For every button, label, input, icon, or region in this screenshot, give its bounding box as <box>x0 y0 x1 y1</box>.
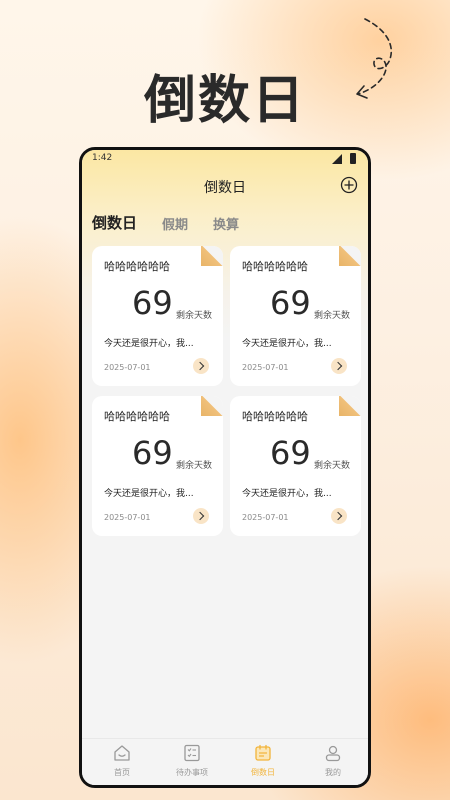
signal-icon <box>332 154 342 164</box>
countdown-card[interactable]: 哈哈哈哈哈哈 69 剩余天数 今天还是很开心，我... 2025-07-01 <box>230 246 361 386</box>
phone-frame: 1:42 倒数日 倒数日 假期 换算 哈哈哈哈哈哈 69 剩余天数 今天还是很开… <box>79 147 371 788</box>
countdown-card[interactable]: 哈哈哈哈哈哈 69 剩余天数 今天还是很开心，我... 2025-07-01 <box>92 396 223 536</box>
nav-label: 首页 <box>114 768 130 777</box>
card-title: 哈哈哈哈哈哈 <box>104 410 170 423</box>
card-date: 2025-07-01 <box>242 363 289 372</box>
card-days-count: 69 <box>270 434 311 472</box>
nav-label: 我的 <box>325 768 341 777</box>
card-days-unit: 剩余天数 <box>176 461 213 471</box>
tab-holidays[interactable]: 假期 <box>162 214 188 233</box>
chevron-right-icon[interactable] <box>331 508 347 524</box>
tab-convert[interactable]: 换算 <box>213 214 239 233</box>
card-days-unit: 剩余天数 <box>176 311 213 321</box>
chevron-right-icon[interactable] <box>193 358 209 374</box>
card-days-unit: 剩余天数 <box>314 311 351 321</box>
nav-item-todo[interactable]: 待办事项 <box>162 743 222 778</box>
card-days-count: 69 <box>132 284 173 322</box>
card-days-count: 69 <box>270 284 311 322</box>
nav-item-profile[interactable]: 我的 <box>303 743 363 778</box>
card-title: 哈哈哈哈哈哈 <box>104 260 170 273</box>
bottom-nav: 首页 待办事项 倒数日 我的 <box>82 738 368 785</box>
nav-label: 倒数日 <box>251 768 275 777</box>
card-title: 哈哈哈哈哈哈 <box>242 260 308 273</box>
nav-item-countdown[interactable]: 倒数日 <box>233 743 293 778</box>
page-title: 倒数日 <box>204 180 246 196</box>
chevron-right-icon[interactable] <box>331 358 347 374</box>
home-icon <box>114 745 130 761</box>
add-icon[interactable] <box>340 176 358 194</box>
card-description: 今天还是很开心，我... <box>242 489 332 499</box>
card-description: 今天还是很开心，我... <box>104 339 194 349</box>
card-corner-fold <box>339 396 361 416</box>
card-date: 2025-07-01 <box>242 513 289 522</box>
card-corner-fold <box>201 246 223 266</box>
nav-label: 待办事项 <box>176 768 208 777</box>
todo-list-icon <box>184 744 200 762</box>
status-bar: 1:42 <box>82 150 368 168</box>
calendar-icon <box>255 744 271 761</box>
nav-item-home[interactable]: 首页 <box>92 743 152 778</box>
user-icon <box>325 745 341 762</box>
status-time: 1:42 <box>92 153 113 163</box>
card-corner-fold <box>339 246 361 266</box>
card-days-count: 69 <box>132 434 173 472</box>
card-date: 2025-07-01 <box>104 363 151 372</box>
title-bar: 倒数日 <box>82 174 368 198</box>
countdown-card[interactable]: 哈哈哈哈哈哈 69 剩余天数 今天还是很开心，我... 2025-07-01 <box>230 396 361 536</box>
chevron-right-icon[interactable] <box>193 508 209 524</box>
card-description: 今天还是很开心，我... <box>242 339 332 349</box>
battery-icon <box>350 153 356 164</box>
card-corner-fold <box>201 396 223 416</box>
card-date: 2025-07-01 <box>104 513 151 522</box>
countdown-card[interactable]: 哈哈哈哈哈哈 69 剩余天数 今天还是很开心，我... 2025-07-01 <box>92 246 223 386</box>
decorative-curly-arrow-icon <box>356 18 392 99</box>
card-title: 哈哈哈哈哈哈 <box>242 410 308 423</box>
card-description: 今天还是很开心，我... <box>104 489 194 499</box>
card-days-unit: 剩余天数 <box>314 461 351 471</box>
tab-countdown[interactable]: 倒数日 <box>92 212 137 233</box>
